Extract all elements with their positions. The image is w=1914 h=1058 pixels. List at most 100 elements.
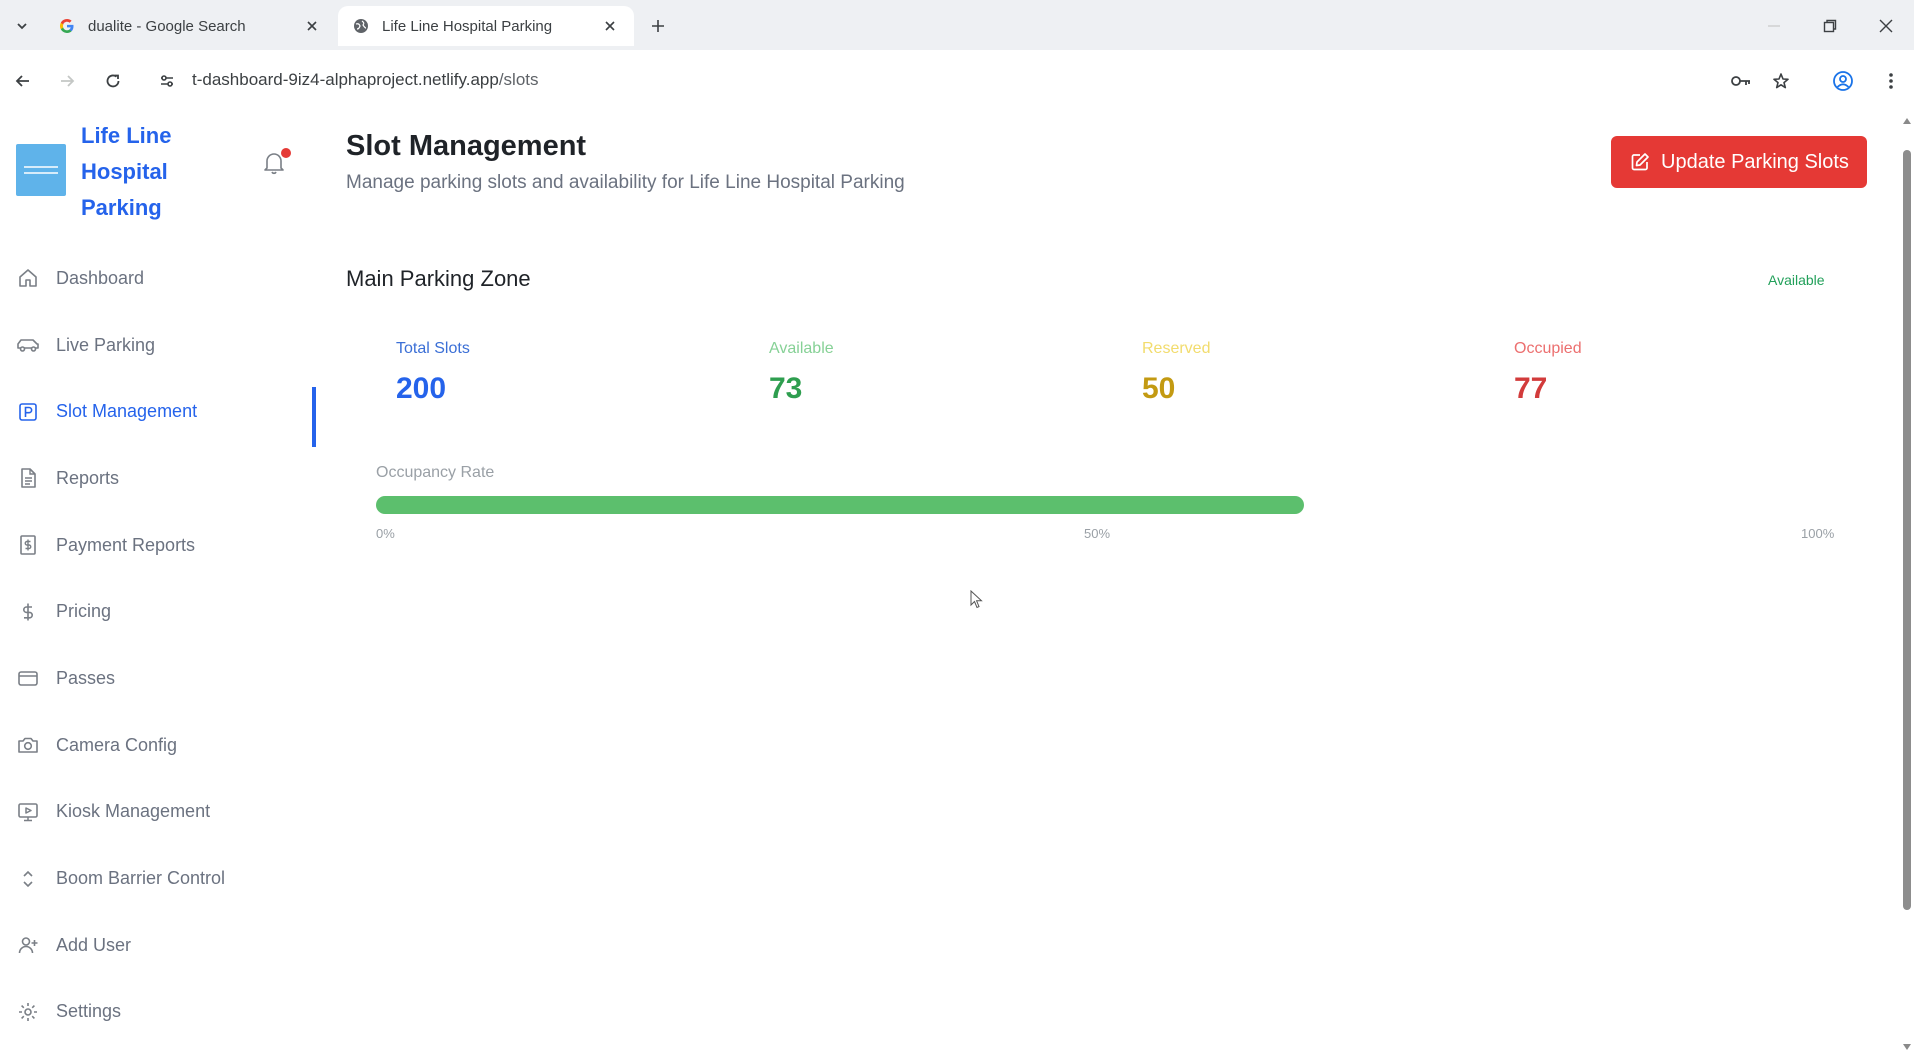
kebab-menu-icon <box>1889 73 1893 89</box>
scroll-down-arrow-icon[interactable] <box>1903 1044 1911 1050</box>
dollar-icon <box>16 600 40 624</box>
document-icon <box>16 466 40 490</box>
page-title: Slot Management <box>346 130 587 162</box>
sidebar-item-live-parking[interactable]: Live Parking <box>0 312 316 379</box>
profile-icon <box>1833 71 1853 91</box>
stat-total-slots: Total Slots 200 <box>396 340 470 406</box>
monitor-play-icon <box>16 800 40 824</box>
stat-value: 77 <box>1514 372 1548 405</box>
receipt-dollar-icon <box>16 533 40 557</box>
new-tab-button[interactable] <box>646 14 670 38</box>
sidebar-item-dashboard[interactable]: Dashboard <box>0 245 316 312</box>
sidebar-menu: Dashboard Live Parking Slot Management R… <box>0 245 316 1045</box>
reload-icon <box>106 74 120 88</box>
stat-label: Total Slots <box>396 340 470 357</box>
occupancy-tick: 50% <box>1084 526 1111 541</box>
stat-label: Occupied <box>1514 340 1582 357</box>
update-parking-slots-label: Update Parking Slots <box>1661 150 1849 173</box>
sidebar-item-settings[interactable]: Settings <box>0 979 316 1046</box>
sidebar-item-label: Passes <box>56 667 116 688</box>
main-content: Slot Management Manage parking slots and… <box>316 112 1900 1058</box>
sidebar: Life Line Hospital Parking Dashboard Liv… <box>0 112 316 1058</box>
occupancy-tick: 100% <box>1801 526 1835 541</box>
profile-button[interactable] <box>1828 66 1858 96</box>
tab-title: dualite - Google Search <box>88 17 246 35</box>
chevron-down-icon <box>17 23 27 30</box>
page-viewport: Life Line Hospital Parking Dashboard Liv… <box>0 112 1900 1058</box>
sidebar-item-add-user[interactable]: Add User <box>0 912 316 979</box>
tab-list-button[interactable] <box>8 12 36 40</box>
sidebar-item-label: Kiosk Management <box>56 801 211 822</box>
sidebar-item-label: Payment Reports <box>56 534 196 555</box>
tune-icon <box>161 75 173 87</box>
sidebar-item-label: Live Parking <box>56 334 156 355</box>
page-subtitle: Manage parking slots and availability fo… <box>346 172 905 193</box>
occupancy-progress-fill <box>376 496 1305 514</box>
occupancy-rate-label: Occupancy Rate <box>376 464 495 481</box>
sidebar-item-label: Camera Config <box>56 734 178 755</box>
tab-title: Life Line Hospital Parking <box>382 17 553 35</box>
card-icon <box>16 666 40 690</box>
zone-status-badge: Available <box>1768 272 1825 288</box>
scroll-up-arrow-icon[interactable] <box>1903 118 1911 124</box>
sidebar-item-kiosk-management[interactable]: Kiosk Management <box>0 779 316 846</box>
chevrons-up-down-icon <box>16 867 40 891</box>
sidebar-item-payment-reports[interactable]: Payment Reports <box>0 512 316 579</box>
browser-menu-button[interactable] <box>1876 66 1906 96</box>
restore-button[interactable] <box>1816 12 1844 40</box>
minimize-icon <box>1768 25 1780 27</box>
sidebar-item-reports[interactable]: Reports <box>0 445 316 512</box>
car-icon <box>16 333 40 357</box>
browser-tab-google[interactable]: dualite - Google Search <box>44 6 336 46</box>
address-bar-url[interactable]: t-dashboard-9iz4-alphaproject.netlify.ap… <box>192 70 539 90</box>
gear-icon <box>16 1000 40 1024</box>
sidebar-item-label: Pricing <box>56 601 112 622</box>
restore-icon <box>1823 19 1837 33</box>
mouse-cursor-icon <box>970 590 983 609</box>
forward-button[interactable] <box>52 66 82 96</box>
browser-tab-parking[interactable]: Life Line Hospital Parking <box>338 6 634 46</box>
hospital-logo <box>16 144 66 196</box>
close-icon[interactable] <box>302 16 322 36</box>
user-plus-icon <box>16 933 40 957</box>
brand-name: Life Line Hospital Parking <box>81 123 172 220</box>
sidebar-item-boom-barrier-control[interactable]: Boom Barrier Control <box>0 845 316 912</box>
sidebar-item-label: Slot Management <box>56 401 198 422</box>
stat-value: 73 <box>769 372 803 405</box>
stat-value: 50 <box>1142 372 1176 405</box>
sidebar-item-pricing[interactable]: Pricing <box>0 578 316 645</box>
edit-icon <box>1629 151 1651 173</box>
reload-button[interactable] <box>98 66 128 96</box>
scroll-thumb[interactable] <box>1903 150 1911 910</box>
notification-dot <box>281 148 291 158</box>
sidebar-item-label: Boom Barrier Control <box>56 868 226 889</box>
star-icon <box>1773 73 1789 89</box>
browser-tab-bar: dualite - Google Search Life Line Hospit… <box>0 0 1914 50</box>
sidebar-item-slot-management[interactable]: Slot Management <box>0 378 316 448</box>
close-icon[interactable] <box>600 16 620 36</box>
google-g-icon <box>58 17 76 35</box>
url-path: /slots <box>498 70 539 89</box>
update-parking-slots-button[interactable]: Update Parking Slots <box>1611 136 1867 188</box>
sidebar-item-label: Reports <box>56 467 120 488</box>
sidebar-item-camera-config[interactable]: Camera Config <box>0 712 316 779</box>
key-icon <box>1731 76 1750 86</box>
password-key-button[interactable] <box>1726 66 1756 96</box>
sidebar-item-label: Add User <box>56 934 132 955</box>
stat-reserved: Reserved 50 <box>1142 340 1210 406</box>
sidebar-item-label: Dashboard <box>56 267 145 288</box>
notifications-button[interactable] <box>262 148 292 182</box>
zone-title: Main Parking Zone <box>346 266 531 291</box>
globe-icon <box>352 17 370 35</box>
sidebar-item-passes[interactable]: Passes <box>0 645 316 712</box>
arrow-left-icon <box>15 75 29 87</box>
camera-icon <box>16 733 40 757</box>
arrow-right-icon <box>61 75 75 87</box>
window-close-button[interactable] <box>1872 12 1900 40</box>
bookmark-button[interactable] <box>1766 66 1796 96</box>
back-button[interactable] <box>8 66 38 96</box>
site-info-button[interactable] <box>152 66 182 96</box>
plus-icon <box>652 20 664 32</box>
page-scrollbar[interactable] <box>1900 112 1914 1058</box>
minimize-button[interactable] <box>1760 12 1788 40</box>
